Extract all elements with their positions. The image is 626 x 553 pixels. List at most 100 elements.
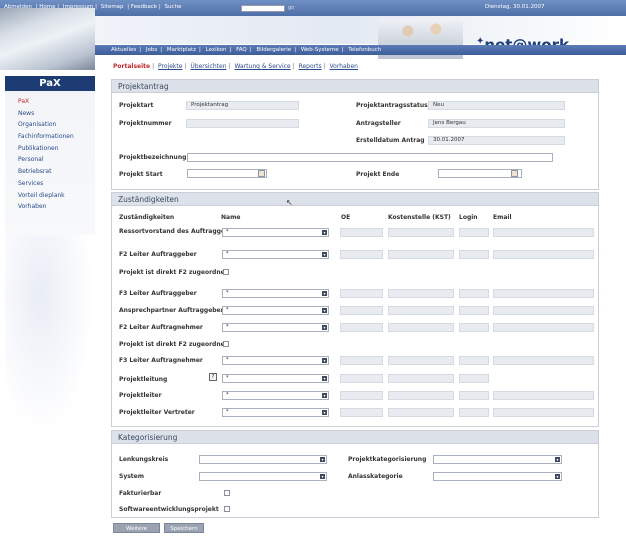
tab-uebersichten[interactable]: Übersichten [190, 63, 226, 70]
projektantrag-panel: Projektantrag Projektart Projektantrag P… [111, 79, 599, 190]
kst-field [388, 408, 454, 417]
sidebar-item-vorteil[interactable]: Vorteil dieplank [18, 190, 74, 202]
f2-leiter-auftragnehmer-select[interactable]: * ▾ [222, 323, 329, 332]
nav-web-systeme[interactable]: Web-Systeme [301, 47, 339, 53]
weitere-angaben-button[interactable]: Weitere Angaben [113, 523, 160, 542]
tab-portalseite[interactable]: Portalseite [113, 63, 150, 70]
projektbezeichnung-label: Projektbezeichnung [119, 154, 187, 161]
tab-wartung-service[interactable]: Wartung & Service [234, 63, 290, 70]
system-label: System [119, 473, 144, 480]
direkt-f2-auftraggeber-label: Projekt ist direkt F2 zugeordnet [119, 269, 228, 276]
chevron-down-icon: ▾ [322, 376, 327, 381]
ansprechpartner-label: Ansprechpartner Auftraggeber [119, 307, 224, 314]
col-oe: OE [341, 214, 351, 221]
kst-field [388, 391, 454, 400]
kst-field [388, 356, 454, 365]
email-field [493, 391, 594, 400]
search-input[interactable] [241, 5, 285, 12]
sidebar-item-betriebsrat[interactable]: Betriebsrat [18, 166, 74, 178]
projektleiter-vertreter-label: Projektleiter Vertreter [119, 409, 195, 416]
login-field [459, 356, 489, 365]
chevron-down-icon: ▾ [322, 358, 327, 363]
oe-field [340, 374, 383, 383]
lenkungskreis-select[interactable]: ▾ [199, 455, 327, 464]
anlasskategorie-select[interactable]: ▾ [433, 472, 562, 481]
f3-leiter-auftraggeber-select[interactable]: * ▾ [222, 289, 329, 298]
chevron-down-icon: ▾ [322, 308, 327, 313]
mouse-cursor-icon: ↖ [286, 198, 293, 207]
nav-bildergalerie[interactable]: Bildergalerie [256, 47, 291, 53]
nav-jobs[interactable]: Jobs [146, 47, 157, 53]
speichern-button[interactable]: Speichern [164, 523, 204, 533]
f3-leiter-auftragnehmer-select[interactable]: * ▾ [222, 356, 329, 365]
sidebar-item-vorhaben[interactable]: Vorhaben [18, 201, 74, 213]
sidebar-item-personal[interactable]: Personal [18, 154, 74, 166]
system-select[interactable]: ▾ [199, 472, 327, 481]
f3-leiter-auftraggeber-label: F3 Leiter Auftraggeber [119, 290, 197, 297]
erstelldatum-label: Erstelldatum Antrag [356, 137, 425, 144]
sidebar-item-fachinformationen[interactable]: Fachinformationen [18, 131, 74, 143]
col-kostenstelle: Kostenstelle (KST) [388, 214, 451, 221]
nav-aktuelles[interactable]: Aktuelles [111, 47, 136, 53]
search-label: Suche [164, 4, 182, 10]
oe-field [340, 408, 383, 417]
feedback-link[interactable]: | Feedback | [127, 4, 160, 10]
kategorisierung-panel: Kategorisierung Lenkungskreis ▾ Projektk… [111, 430, 599, 518]
sidebar-item-publikationen[interactable]: Publikationen [18, 143, 74, 155]
status-value: Neu [428, 101, 565, 110]
col-email: Email [493, 214, 512, 221]
oe-field [340, 391, 383, 400]
f2-leiter-auftraggeber-select[interactable]: * ▾ [222, 250, 329, 259]
projektart-label: Projektart [119, 102, 154, 109]
fakturierbar-checkbox[interactable] [224, 490, 230, 496]
projektleiter-vertreter-select[interactable]: * ▾ [222, 408, 329, 417]
projektkategorisierung-label: Projektkategorisierung [348, 456, 427, 463]
sidebar-item-pax[interactable]: PaX [18, 96, 74, 108]
projektleitung-select[interactable]: * ▾ [222, 374, 329, 383]
col-zustaendigkeiten: Zuständigkeiten [119, 214, 175, 221]
lenkungskreis-label: Lenkungskreis [119, 456, 169, 463]
col-login: Login [459, 214, 478, 221]
start-calendar-icon[interactable] [258, 170, 265, 177]
ressortvorstand-select[interactable]: * ▾ [222, 228, 329, 237]
chevron-down-icon: ▾ [320, 457, 325, 462]
sidebar-item-news[interactable]: News [18, 108, 74, 120]
softwareentwicklung-checkbox[interactable] [224, 506, 230, 512]
sidebar-item-services[interactable]: Services [18, 178, 74, 190]
email-field [493, 228, 594, 237]
kst-field [388, 306, 454, 315]
projekt-ende-input[interactable] [438, 169, 522, 178]
nav-telefonbuch[interactable]: Telefonbuch [348, 47, 381, 53]
nav-marktplatz[interactable]: Marktplatz [167, 47, 196, 53]
tab-projekte[interactable]: Projekte [158, 63, 182, 70]
projektnummer-label: Projektnummer [119, 120, 172, 127]
kst-field [388, 250, 454, 259]
zustaendigkeiten-panel: Zuständigkeiten Zuständigkeiten Name OE … [111, 192, 599, 427]
kst-field [388, 289, 454, 298]
help-icon[interactable]: ? [209, 373, 217, 381]
projektleiter-select[interactable]: * ▾ [222, 391, 329, 400]
ende-calendar-icon[interactable] [511, 170, 518, 177]
main-navigation: Aktuelles | Jobs | Marktplatz | Lexikon | FA… [95, 45, 626, 55]
projektleiter-label: Projektleiter [119, 392, 162, 399]
projektbezeichnung-input[interactable] [187, 153, 553, 162]
kst-field [388, 323, 454, 332]
nav-lexikon[interactable]: Lexikon [206, 47, 227, 53]
antragsteller-label: Antragsteller [356, 120, 401, 127]
sidebar-item-organisation[interactable]: Organisation [18, 119, 74, 131]
ansprechpartner-select[interactable]: * ▾ [222, 306, 329, 315]
direkt-f2-auftraggeber-checkbox[interactable] [223, 269, 229, 275]
email-field [493, 408, 594, 417]
chevron-down-icon: ▾ [322, 393, 327, 398]
projektkategorisierung-select[interactable]: ▾ [433, 455, 562, 464]
search-go-button[interactable]: go [288, 5, 294, 11]
projekt-start-input[interactable] [187, 169, 267, 178]
softwareentwicklung-label: Softwareentwicklungsprojekt [119, 506, 219, 513]
login-field [459, 250, 489, 259]
direkt-f2-auftragnehmer-checkbox[interactable] [223, 341, 229, 347]
nav-faq[interactable]: FAQ [236, 47, 247, 53]
sitemap-link[interactable]: Sitemap [101, 4, 124, 10]
tab-reports[interactable]: Reports [299, 63, 322, 70]
tab-vorhaben[interactable]: Vorhaben [330, 63, 358, 70]
oe-field [340, 323, 383, 332]
